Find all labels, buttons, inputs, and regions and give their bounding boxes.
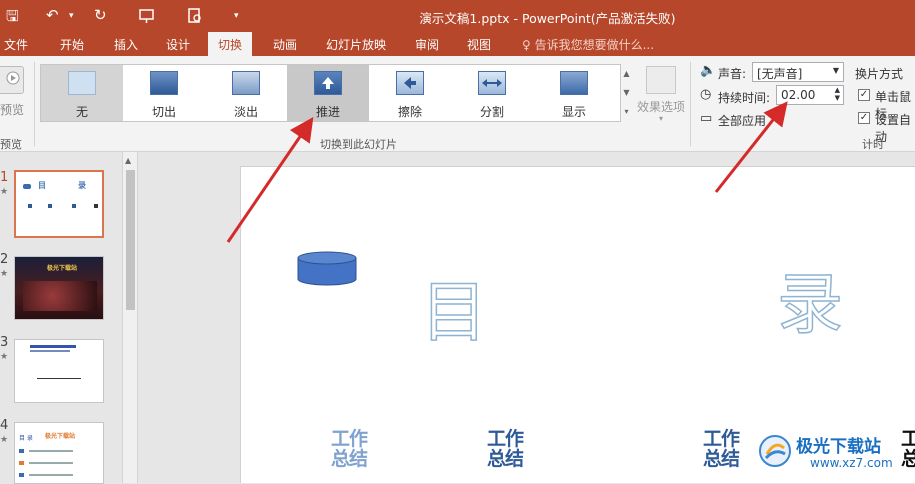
watermark-name: 极光下载站 (796, 437, 881, 457)
arrow-to-push (226, 117, 314, 243)
watermark-logo-icon (759, 435, 791, 467)
watermark-url: www.xz7.com (810, 456, 893, 470)
annotation-arrows (226, 101, 788, 243)
watermark: 极光下载站 www.xz7.com (758, 430, 915, 480)
arrow-to-duration (714, 101, 788, 193)
